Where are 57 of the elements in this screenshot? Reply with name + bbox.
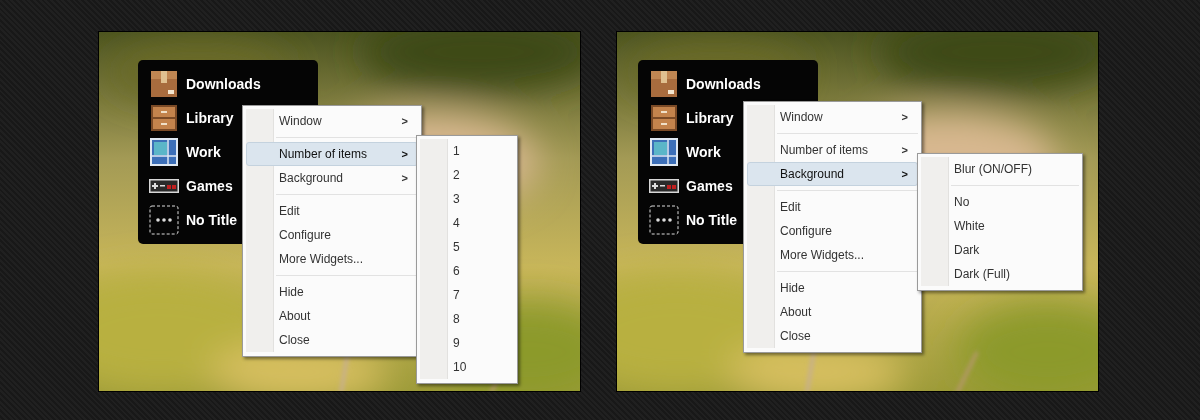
- launcher-item[interactable]: Games: [686, 178, 733, 194]
- menu-item[interactable]: Edit: [747, 195, 918, 219]
- menu-item[interactable]: 4: [420, 211, 514, 235]
- menu-item[interactable]: 9: [420, 331, 514, 355]
- submenu-arrow-icon: >: [901, 168, 908, 180]
- launcher-item[interactable]: Work: [186, 144, 221, 160]
- launcher-item[interactable]: Games: [186, 178, 233, 194]
- menu-item[interactable]: About: [246, 304, 418, 328]
- menu-item[interactable]: 8: [420, 307, 514, 331]
- menu-item[interactable]: Close: [747, 324, 918, 348]
- menu-item[interactable]: 10: [420, 355, 514, 379]
- submenu-arrow-icon: >: [901, 111, 908, 123]
- box-icon: [649, 69, 679, 99]
- dots-icon: [149, 205, 179, 235]
- menu-item[interactable]: About: [747, 300, 918, 324]
- menu-item[interactable]: Hide: [246, 280, 418, 304]
- menu-item[interactable]: 3: [420, 187, 514, 211]
- dots-icon: [649, 205, 679, 235]
- menu-item[interactable]: More Widgets...: [747, 243, 918, 267]
- drawers-icon: [149, 103, 179, 133]
- menu-item[interactable]: No: [921, 190, 1079, 214]
- launcher-item[interactable]: No Title: [686, 212, 738, 228]
- menu-item[interactable]: 7: [420, 283, 514, 307]
- drawers-icon: [649, 103, 679, 133]
- menu-item[interactable]: Window >: [747, 105, 918, 129]
- menu-item[interactable]: 2: [420, 163, 514, 187]
- menu-item[interactable]: Number of items >: [747, 138, 918, 162]
- launcher-item[interactable]: Work: [686, 144, 721, 160]
- menu-item[interactable]: Background >: [747, 162, 918, 186]
- menu-item[interactable]: Blur (ON/OFF): [921, 157, 1079, 181]
- menu-item[interactable]: 1: [420, 139, 514, 163]
- launcher-item[interactable]: Library: [686, 110, 734, 126]
- submenu-arrow-icon: >: [401, 148, 408, 160]
- grid-icon: [149, 137, 179, 167]
- menu-item[interactable]: Dark: [921, 238, 1079, 262]
- menu-item[interactable]: Configure: [246, 223, 418, 247]
- box-icon: [149, 69, 179, 99]
- menu-item[interactable]: Edit: [246, 199, 418, 223]
- launcher-item[interactable]: Library: [186, 110, 234, 126]
- submenu-arrow-icon: >: [401, 115, 408, 127]
- launcher-item[interactable]: Downloads: [686, 76, 761, 92]
- menu-item[interactable]: 6: [420, 259, 514, 283]
- launcher-item[interactable]: Downloads: [186, 76, 261, 92]
- launcher-item[interactable]: No Title: [186, 212, 238, 228]
- menu-item[interactable]: Configure: [747, 219, 918, 243]
- menu-item[interactable]: Hide: [747, 276, 918, 300]
- menu-item[interactable]: Dark (Full): [921, 262, 1079, 286]
- submenu-arrow-icon: >: [901, 144, 908, 156]
- menu-item[interactable]: More Widgets...: [246, 247, 418, 271]
- grid-icon: [649, 137, 679, 167]
- menu-item[interactable]: Window >: [246, 109, 418, 133]
- submenu-arrow-icon: >: [401, 172, 408, 184]
- menu-item[interactable]: Close: [246, 328, 418, 352]
- menu-item[interactable]: 5: [420, 235, 514, 259]
- menu-item[interactable]: Number of items >: [246, 142, 418, 166]
- menu-item[interactable]: White: [921, 214, 1079, 238]
- menu-item[interactable]: Background >: [246, 166, 418, 190]
